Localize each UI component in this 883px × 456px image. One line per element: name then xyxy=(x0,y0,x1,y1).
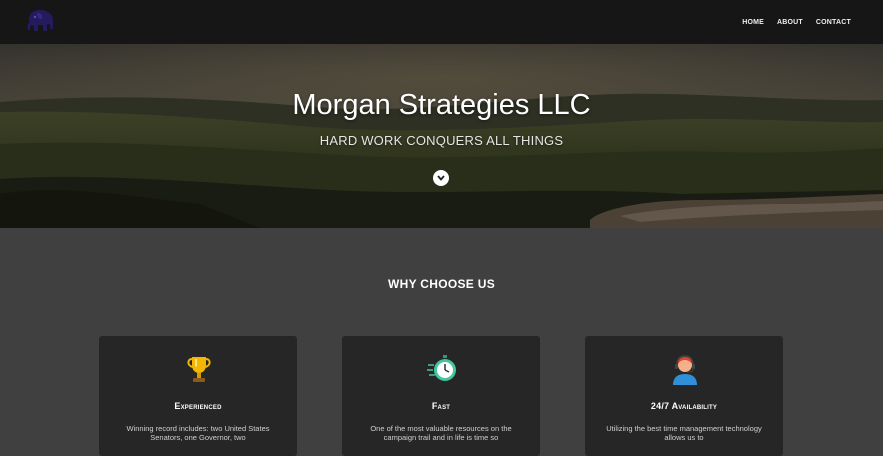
trophy-icon xyxy=(187,357,211,382)
card-text: One of the most valuable resources on th… xyxy=(370,424,512,442)
feature-card-experienced: Experienced Winning record includes: two… xyxy=(99,336,297,456)
feature-card-availability: 24/7 Availability Utilizing the best tim… xyxy=(585,336,783,456)
card-title: Fast xyxy=(431,401,451,411)
card-title: 24/7 Availability xyxy=(650,401,718,411)
hero-subtitle: HARD WORK CONQUERS ALL THINGS xyxy=(319,133,564,148)
feature-card-fast: Fast One of the most valuable resources … xyxy=(342,336,540,456)
hero-banner: Morgan Strategies LLC HARD WORK CONQUERS… xyxy=(0,44,883,228)
support-agent-icon xyxy=(673,355,697,385)
card-text: Utilizing the best time management techn… xyxy=(606,424,762,442)
stopwatch-icon xyxy=(427,355,456,381)
elephant-logo-icon[interactable] xyxy=(26,9,56,34)
section-title: WHY CHOOSE US xyxy=(387,277,496,291)
card-text: Winning record includes: two United Stat… xyxy=(126,424,270,442)
nav-links: HOME ABOUT CONTACT xyxy=(742,19,851,26)
scroll-down-button[interactable] xyxy=(433,170,449,186)
nav-link-home[interactable]: HOME xyxy=(742,19,764,26)
hero-title: Morgan Strategies LLC xyxy=(292,89,591,121)
nav-link-about[interactable]: ABOUT xyxy=(777,19,803,26)
nav-link-contact[interactable]: CONTACT xyxy=(816,19,851,26)
card-title: Experienced xyxy=(174,401,222,411)
navbar: HOME ABOUT CONTACT xyxy=(0,0,883,44)
chevron-down-icon xyxy=(437,175,445,181)
